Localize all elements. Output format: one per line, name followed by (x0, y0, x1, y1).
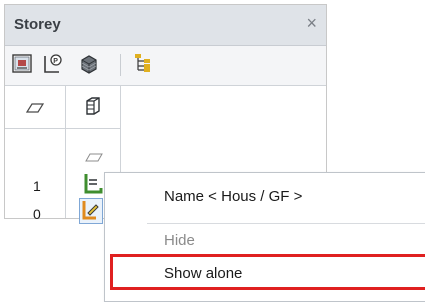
show-alone-highlight (110, 254, 425, 290)
header-row-divider (5, 128, 121, 129)
close-icon[interactable]: × (306, 14, 317, 32)
plane-icon[interactable] (25, 98, 45, 123)
storey-number: 0 (33, 206, 41, 222)
panel-title: Storey (14, 16, 61, 33)
menu-item-hide[interactable]: Hide (105, 224, 425, 258)
storey-3d-icon[interactable] (77, 52, 101, 76)
storey-number: 1 (33, 178, 41, 194)
plane-icon (85, 150, 103, 169)
column-divider (65, 86, 66, 218)
cube-icon[interactable] (83, 95, 103, 122)
storey-layout-icon[interactable] (83, 172, 105, 201)
storey-tree-icon[interactable] (131, 52, 155, 76)
svg-text:P: P (53, 58, 58, 65)
storey-properties-icon[interactable] (11, 52, 35, 76)
panel-header: Storey × (5, 5, 326, 46)
menu-item-name[interactable]: Name < Hous / GF > (105, 180, 425, 214)
panel-toolbar: P (5, 46, 326, 86)
toolbar-separator (120, 54, 121, 76)
storey-edit-icon[interactable] (79, 198, 103, 224)
storey-plan-icon[interactable]: P (41, 52, 65, 76)
